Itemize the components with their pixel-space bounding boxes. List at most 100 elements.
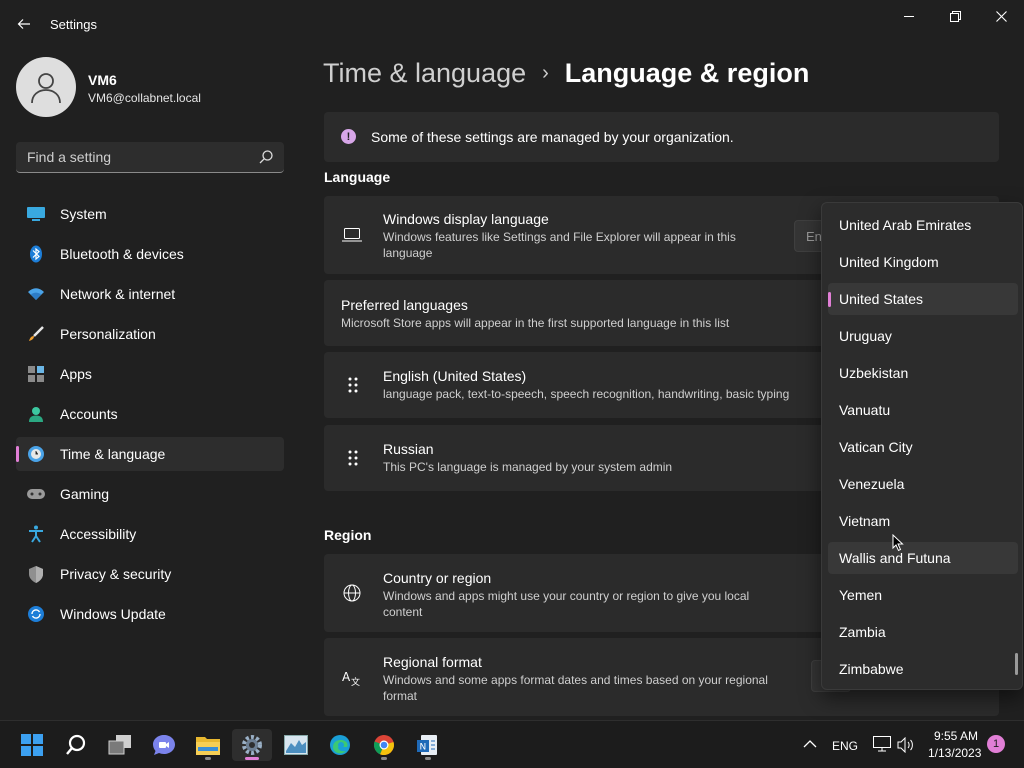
- sidebar-item-accounts[interactable]: Accounts: [16, 397, 284, 431]
- sidebar-item-personalization[interactable]: Personalization: [16, 317, 284, 351]
- drag-handle-icon[interactable]: [343, 375, 363, 395]
- brush-icon: [27, 325, 45, 343]
- gamepad-icon: [27, 485, 45, 503]
- edge-button[interactable]: [320, 729, 360, 761]
- update-icon: [27, 605, 45, 623]
- mouse-cursor-icon: [892, 534, 904, 552]
- country-option[interactable]: Yemen: [828, 579, 1018, 611]
- task-view-button[interactable]: [100, 729, 140, 761]
- accessibility-icon: [27, 525, 45, 543]
- country-option[interactable]: Venezuela: [828, 468, 1018, 500]
- clock-date[interactable]: 1/13/2023: [928, 746, 981, 760]
- svg-text:A: A: [342, 670, 351, 684]
- laptop-icon: [342, 225, 362, 245]
- sidebar-item-label: Accounts: [60, 406, 118, 422]
- sidebar-item-label: Bluetooth & devices: [60, 246, 184, 262]
- sidebar-item-label: Apps: [60, 366, 92, 382]
- globe-icon: [342, 583, 362, 603]
- network-status-icon[interactable]: [873, 736, 891, 752]
- sidebar-item-label: Gaming: [60, 486, 110, 502]
- resource-monitor-button[interactable]: [276, 729, 316, 761]
- regional-format-title: Regional format: [383, 654, 482, 670]
- sidebar-item-apps[interactable]: Apps: [16, 357, 284, 391]
- back-button[interactable]: [10, 10, 38, 38]
- country-option[interactable]: Uzbekistan: [828, 357, 1018, 389]
- running-indicator: [205, 757, 211, 760]
- country-option[interactable]: United Kingdom: [828, 246, 1018, 278]
- language-desc: language pack, text-to-speech, speech re…: [383, 387, 790, 401]
- country-option[interactable]: Vietnam: [828, 505, 1018, 537]
- country-region-desc-1: Windows and apps might use your country …: [383, 589, 750, 603]
- country-dropdown-list[interactable]: United Arab Emirates United Kingdom Unit…: [821, 202, 1023, 690]
- info-text: Some of these settings are managed by yo…: [371, 129, 734, 145]
- settings-taskbar-button[interactable]: [232, 729, 272, 761]
- drag-handle-icon[interactable]: [343, 448, 363, 468]
- input-language-indicator[interactable]: ENG: [832, 739, 858, 753]
- edge-icon: [330, 735, 350, 755]
- sidebar-item-gaming[interactable]: Gaming: [16, 477, 284, 511]
- breadcrumb-parent[interactable]: Time & language: [323, 58, 526, 89]
- restore-button[interactable]: [932, 0, 978, 32]
- teams-chat-button[interactable]: [144, 729, 184, 761]
- page-title: Language & region: [564, 58, 810, 88]
- language-name: Russian: [383, 441, 434, 457]
- country-region-desc-2: content: [383, 605, 423, 619]
- settings-icon: [242, 735, 262, 755]
- volume-icon[interactable]: [897, 737, 915, 753]
- sidebar-item-accessibility[interactable]: Accessibility: [16, 517, 284, 551]
- country-option[interactable]: United Arab Emirates: [828, 209, 1018, 241]
- back-arrow-icon: [17, 19, 30, 29]
- minimize-button[interactable]: [886, 0, 932, 32]
- minimize-icon: [903, 15, 914, 17]
- clock-time[interactable]: 9:55 AM: [934, 729, 978, 743]
- selection-indicator: [828, 292, 831, 307]
- country-option[interactable]: Vanuatu: [828, 394, 1018, 426]
- chevron-up-icon[interactable]: [803, 739, 817, 749]
- search-icon[interactable]: [258, 149, 274, 165]
- country-option[interactable]: Zambia: [828, 616, 1018, 648]
- app-title: Settings: [50, 17, 97, 32]
- language-section-title: Language: [324, 169, 391, 185]
- notification-badge[interactable]: 1: [987, 735, 1005, 753]
- avatar[interactable]: [16, 57, 76, 117]
- file-explorer-button[interactable]: [188, 729, 228, 761]
- regional-format-desc-1: Windows and some apps format dates and t…: [383, 673, 768, 687]
- sidebar-item-time-language[interactable]: Time & language: [16, 437, 284, 471]
- active-indicator: [245, 757, 259, 760]
- notepad-app-button[interactable]: N: [408, 729, 448, 761]
- start-button[interactable]: [12, 729, 52, 761]
- country-option[interactable]: Vatican City: [828, 431, 1018, 463]
- chrome-button[interactable]: [364, 729, 404, 761]
- restore-icon: [949, 10, 961, 22]
- display-language-title: Windows display language: [383, 211, 549, 227]
- sidebar-item-system[interactable]: System: [16, 197, 284, 231]
- breadcrumb: Time & language › Language & region: [323, 58, 809, 89]
- close-button[interactable]: [978, 0, 1024, 32]
- sidebar-item-bluetooth[interactable]: Bluetooth & devices: [16, 237, 284, 271]
- sidebar-item-label: Network & internet: [60, 286, 176, 302]
- country-option[interactable]: Zimbabwe: [828, 653, 1018, 685]
- taskbar-search-button[interactable]: [56, 729, 96, 761]
- title-bar: Settings: [0, 0, 1024, 48]
- country-option[interactable]: Uruguay: [828, 320, 1018, 352]
- country-option-hovered[interactable]: Wallis and Futuna: [828, 542, 1018, 574]
- sidebar-item-label: Time & language: [60, 446, 166, 462]
- teams-chat-icon: [153, 735, 175, 755]
- managed-info-bar: ! Some of these settings are managed by …: [324, 112, 999, 162]
- sidebar-item-windows-update[interactable]: Windows Update: [16, 597, 284, 631]
- language-name: English (United States): [383, 368, 527, 384]
- svg-text:N: N: [420, 743, 427, 753]
- search-box[interactable]: [16, 142, 284, 173]
- time-language-icon: [27, 445, 45, 463]
- sidebar-item-privacy[interactable]: Privacy & security: [16, 557, 284, 591]
- system-icon: [27, 205, 45, 223]
- search-input[interactable]: [27, 149, 247, 165]
- running-indicator: [425, 757, 431, 760]
- dropdown-scrollbar[interactable]: [1015, 653, 1018, 675]
- sidebar-item-network[interactable]: Network & internet: [16, 277, 284, 311]
- country-option-selected[interactable]: United States: [828, 283, 1018, 315]
- shield-icon: [27, 565, 45, 583]
- svg-text:文: 文: [351, 676, 360, 686]
- start-icon: [21, 734, 43, 756]
- preferred-languages-title: Preferred languages: [341, 297, 468, 313]
